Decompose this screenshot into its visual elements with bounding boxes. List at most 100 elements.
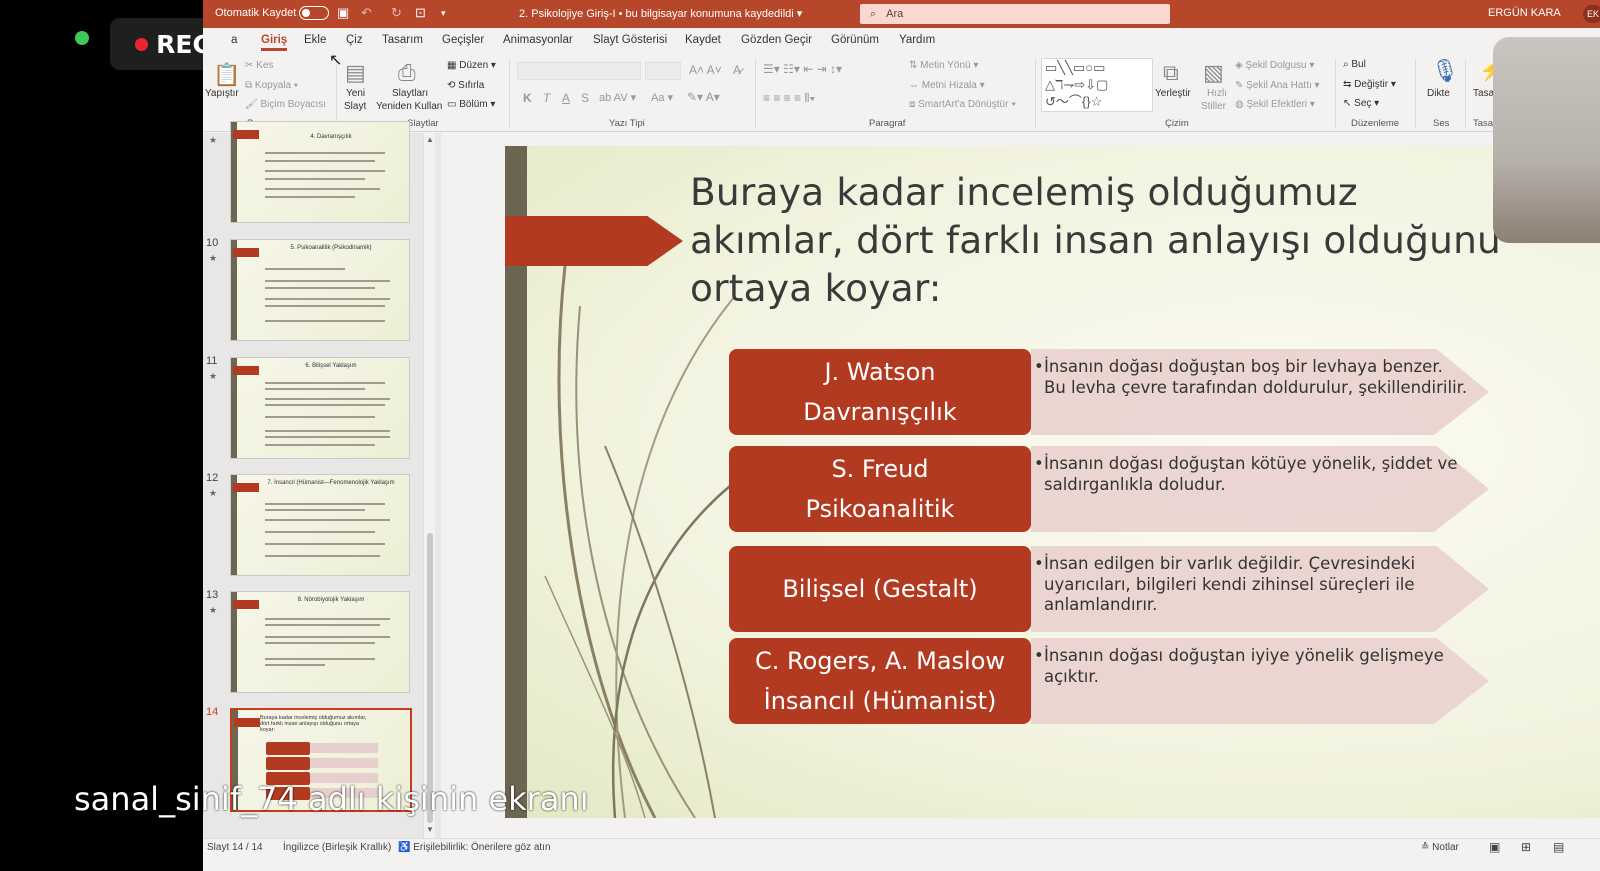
reuse-slides-line2[interactable]: Yeniden Kullan [376, 101, 442, 112]
slide-thumbnail[interactable]: 4. Davranışçılık [230, 121, 410, 223]
dictate-button[interactable]: Dikte [1427, 88, 1450, 99]
slide-thumbnail[interactable]: 6. Bilişsel Yaklaşım [230, 357, 410, 459]
arrange-button[interactable]: Yerleştir [1155, 88, 1191, 99]
microphone-icon[interactable]: 🎙 [1431, 58, 1459, 84]
replace-button[interactable]: ⇆ Değiştir ▾ [1343, 79, 1396, 90]
smartart-button[interactable]: ⧈ SmartArt'a Dönüştür ▾ [909, 99, 1016, 110]
new-slide-icon[interactable]: ▤ [345, 60, 366, 86]
autosave-toggle[interactable] [299, 6, 329, 20]
thumbnail-number: 13 [206, 589, 219, 601]
reading-view-icon[interactable]: ▤ [1553, 840, 1564, 854]
scroll-down-icon[interactable]: ▼ [426, 825, 434, 834]
thumbnail-title: 4. Davranışçılık [310, 134, 352, 140]
shape-fill-button[interactable]: ◈ Şekil Dolgusu ▾ [1235, 60, 1314, 71]
new-slide-button-line1[interactable]: Yeni [346, 88, 365, 99]
font-name-box[interactable] [517, 62, 641, 80]
language-indicator[interactable]: İngilizce (Birleşik Krallık) [283, 842, 391, 853]
copy-button[interactable]: ⧉ Kopyala ▾ [245, 80, 298, 91]
status-bar: Slayt 14 / 14 İngilizce (Birleşik Krallı… [203, 838, 1600, 871]
tab-review[interactable]: Gözden Geçir [741, 34, 812, 46]
strikethrough-icon[interactable]: ab AV ▾ [599, 91, 636, 104]
slide-title-arrow [505, 216, 683, 266]
slide-thumbnail[interactable]: 7. İnsancıl (Hümanist—Fenomenolojik Yakl… [230, 474, 410, 576]
accessibility-checker[interactable]: ♿ Erişilebilirlik: Önerilere göz atın [398, 842, 551, 853]
tab-record[interactable]: Kaydet [685, 34, 721, 46]
section-button[interactable]: ▭ Bölüm ▾ [447, 99, 495, 110]
animation-star-icon: ★ [209, 605, 218, 615]
find-button[interactable]: ⌕ Bul [1343, 59, 1366, 70]
approach-row[interactable]: Bilişsel (Gestalt) • İnsan edilgen bir va… [729, 546, 1489, 632]
reuse-slides-line1[interactable]: Slaytları [392, 88, 428, 99]
new-slide-button-line2[interactable]: Slayt [344, 101, 366, 112]
shape-effects-button[interactable]: ◍ Şekil Efektleri ▾ [1235, 99, 1315, 110]
user-avatar[interactable]: EK [1583, 5, 1600, 23]
search-icon: ⌕ [870, 7, 877, 20]
search-placeholder: Ara [886, 8, 904, 20]
clear-format-icon[interactable]: A̷ [733, 63, 741, 77]
ribbon-divider [1415, 60, 1416, 128]
font-size-box[interactable] [645, 62, 681, 80]
quick-styles-icon[interactable]: ▧ [1203, 60, 1224, 86]
normal-view-icon[interactable]: ▣ [1489, 840, 1500, 854]
align-text-button[interactable]: ⇔ Metni Hizala ▾ [909, 80, 985, 91]
save-icon[interactable]: ▣ [337, 5, 349, 21]
reset-button[interactable]: ⟲ Sıfırla [447, 80, 484, 91]
approach-row[interactable]: J. Watson Davranışçılık • İnsanın doğası d… [729, 349, 1489, 435]
group-label-cizim: Çizim [1165, 118, 1189, 129]
underline-button[interactable]: A [562, 91, 570, 105]
approach-row[interactable]: S. Freud Psikoanalitik • İnsanın doğası do… [729, 446, 1489, 532]
slide-title[interactable]: Buraya kadar incelemiş olduğumuz akımlar… [690, 168, 1590, 312]
approach-row[interactable]: C. Rogers, A. Maslow İnsancıl (Hümanist) … [729, 638, 1489, 724]
reuse-slides-icon[interactable]: ⎙ [398, 60, 416, 86]
shape-outline-button[interactable]: ✎ Şekil Ana Hattı ▾ [1235, 80, 1320, 91]
title-bar: Otomatik Kaydet ▣ ↶ ↻ ⊡ ▾ 2. Psikolojiye… [203, 0, 1600, 28]
redo-icon[interactable]: ↻ [391, 5, 402, 21]
thumbnail-title: 6. Bilişsel Yaklaşım [305, 363, 357, 369]
slide-sorter-icon[interactable]: ⊞ [1521, 840, 1531, 854]
layout-button[interactable]: ▦ Düzen ▾ [447, 60, 496, 71]
notes-button[interactable]: ≙ Notlar [1421, 842, 1459, 853]
tab-animations[interactable]: Animasyonlar [503, 34, 573, 46]
shadow-button[interactable]: S [581, 91, 589, 105]
thumbnail-title: 7. İnsancıl (Hümanist—Fenomenolojik Yakl… [267, 480, 395, 486]
shapes-gallery[interactable]: ▭╲╲▭○▭ △ℸ⇁⇨⇩▢ ↺〜⌒{}☆ [1041, 58, 1153, 112]
powerpoint-window: Otomatik Kaydet ▣ ↶ ↻ ⊡ ▾ 2. Psikolojiye… [203, 0, 1600, 871]
change-case-button[interactable]: Aa ▾ [651, 91, 673, 104]
customize-qat-icon[interactable]: ▾ [441, 8, 446, 19]
align-icons[interactable]: ≡ ≡ ≡ ≡ ⫴▾ [763, 91, 815, 106]
paste-icon[interactable]: 📋 [213, 62, 240, 88]
cut-button[interactable]: ✂ Kes [245, 60, 273, 71]
tab-file[interactable]: a [231, 34, 237, 46]
paste-button[interactable]: Yapıştır [205, 88, 239, 99]
document-title[interactable]: 2. Psikolojiye Giriş-I • bu bilgisayar k… [519, 7, 802, 20]
tab-view[interactable]: Görünüm [831, 34, 879, 46]
grow-font-icon[interactable]: A˄ A˅ [689, 63, 722, 77]
search-box[interactable]: ⌕ Ara [860, 4, 1170, 24]
tab-draw[interactable]: Çiz [346, 34, 363, 46]
slide-canvas[interactable]: Buraya kadar incelemiş olduğumuz akımlar… [505, 146, 1600, 818]
undo-icon[interactable]: ↶ [361, 5, 372, 21]
tab-transitions[interactable]: Geçişler [442, 34, 484, 46]
designer-button[interactable]: Tasa [1473, 88, 1494, 99]
user-name[interactable]: ERGÜN KARA [1488, 7, 1561, 19]
tab-help[interactable]: Yardım [899, 34, 935, 46]
italic-button[interactable]: T [543, 91, 550, 105]
arrange-icon[interactable]: ⧉ [1163, 60, 1179, 86]
text-direction-button[interactable]: ⇅ Metin Yönü ▾ [909, 60, 978, 71]
tab-slideshow[interactable]: Slayt Gösterisi [593, 34, 667, 46]
tab-insert[interactable]: Ekle [304, 34, 326, 46]
select-button[interactable]: ↖ Seç ▾ [1343, 98, 1379, 109]
present-icon[interactable]: ⊡ [415, 5, 426, 21]
bold-button[interactable]: K [523, 91, 532, 105]
format-painter-button[interactable]: 🖌 Biçim Boyacısı [245, 99, 326, 110]
bullets-icon[interactable]: ☰▾ ☷▾ ⇤ ⇥ ↕▾ [763, 62, 842, 76]
slide-thumbnail[interactable]: 5. Psikoanalitik (Psikodinamik) [230, 239, 410, 341]
scroll-up-icon[interactable]: ▲ [426, 135, 434, 144]
highlight-color-icon[interactable]: ✎▾ A▾ [687, 90, 720, 104]
quick-styles-line2[interactable]: Stiller [1201, 101, 1226, 112]
tab-design[interactable]: Tasarım [382, 34, 423, 46]
slide-thumbnail[interactable]: 8. Nörobiyolojik Yaklaşım [230, 591, 410, 693]
thumbnail-scrollbar[interactable]: ▲ ▼ [423, 133, 435, 838]
tab-home[interactable]: Giriş [261, 34, 288, 51]
quick-styles-line1[interactable]: Hızlı [1207, 88, 1227, 99]
